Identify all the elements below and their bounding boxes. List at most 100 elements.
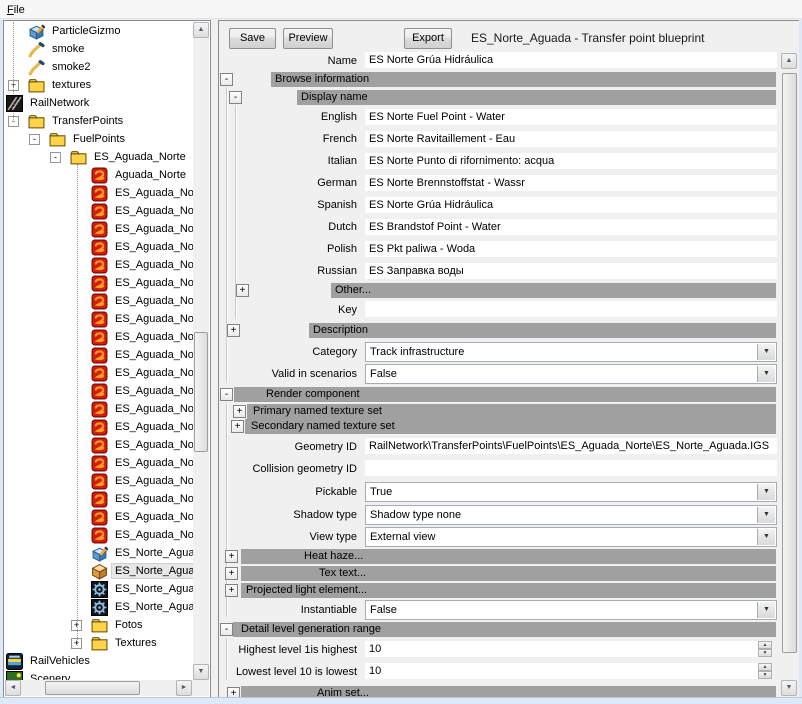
expander-heat-haze[interactable]: + <box>225 550 238 563</box>
tree-item[interactable]: ES_Aguada_Nort <box>5 184 193 202</box>
tree-item[interactable]: ES_Aguada_Nort <box>5 238 193 256</box>
language-value-field[interactable]: ES Norte Fuel Point - Water <box>365 109 777 125</box>
language-value-field[interactable]: ES Norte Punto di rifornimento: acqua <box>365 153 777 169</box>
collision-geometry-id-field[interactable] <box>365 460 777 476</box>
expander-display-name[interactable]: - <box>229 91 242 104</box>
tree-item[interactable]: ES_Aguada_Nort <box>5 220 193 238</box>
section-tex-text[interactable]: Tex text... <box>241 566 776 581</box>
tree-item[interactable]: ES_Aguada_Nort <box>5 382 193 400</box>
dropdown-arrow-button[interactable]: ▼ <box>757 366 775 382</box>
language-value-field[interactable]: ES Norte Brennstoffstat - Wassr <box>365 175 777 191</box>
tree-item[interactable]: ES_Norte_Aguad <box>5 598 193 616</box>
section-other[interactable]: Other... <box>331 283 776 298</box>
language-value-field[interactable]: ES Заправка воды <box>365 263 777 279</box>
expander-tex-text[interactable]: + <box>225 567 238 580</box>
language-value-field[interactable]: ES Brandstof Point - Water <box>365 219 777 235</box>
tree-item[interactable]: ES_Aguada_Nort <box>5 436 193 454</box>
lowest-level-spinner[interactable]: ▲▼ <box>758 663 772 679</box>
tree-expander[interactable]: - <box>50 152 61 163</box>
section-projected-light[interactable]: Projected light element... <box>241 583 776 598</box>
export-button[interactable]: Export <box>404 28 452 49</box>
tree-item[interactable]: ES_Aguada_Nort <box>5 472 193 490</box>
spin-up-button[interactable]: ▲ <box>758 641 772 649</box>
highest-level-spinner[interactable]: ▲▼ <box>758 641 772 657</box>
expander-description[interactable]: + <box>227 324 240 337</box>
dropdown-arrow-button[interactable]: ▼ <box>757 602 775 618</box>
tree-item[interactable]: Scenery <box>5 670 193 680</box>
lowest-level-field[interactable]: 10 <box>365 663 758 679</box>
section-display-name[interactable]: Display name <box>297 90 776 105</box>
tree-item[interactable]: ES_Aguada_Nort <box>5 508 193 526</box>
tree-expander[interactable]: - <box>29 134 40 145</box>
tree-item[interactable]: RailNetwork <box>5 94 193 112</box>
dropdown-arrow-button[interactable]: ▼ <box>757 344 775 360</box>
scroll-thumb[interactable] <box>194 332 208 452</box>
save-button[interactable]: Save <box>229 28 276 49</box>
scroll-up-button[interactable]: ▲ <box>781 53 797 69</box>
expander-projected-light[interactable]: + <box>225 584 238 597</box>
language-value-field[interactable]: ES Pkt paliwa - Woda <box>365 241 777 257</box>
pickable-dropdown[interactable]: True▼ <box>365 482 777 502</box>
tree-item[interactable]: Aguada_Norte <box>5 166 193 184</box>
tree-item[interactable]: ES_Aguada_Nort <box>5 274 193 292</box>
category-dropdown[interactable]: Track infrastructure▼ <box>365 342 777 362</box>
tree-item[interactable]: ES_Aguada_Nort <box>5 364 193 382</box>
language-value-field[interactable]: ES Norte Ravitaillement - Eau <box>365 131 777 147</box>
scroll-up-button[interactable]: ▲ <box>193 22 209 38</box>
tree-item[interactable]: - FuelPoints <box>5 130 193 148</box>
view-type-dropdown[interactable]: External view▼ <box>365 527 777 547</box>
expander-secondary-texture-set[interactable]: + <box>231 420 244 433</box>
section-detail-level-range[interactable]: Detail level generation range <box>233 622 776 637</box>
spin-up-button[interactable]: ▲ <box>758 663 772 671</box>
expander-render-component[interactable]: - <box>220 388 233 401</box>
tree-item[interactable]: ES_Aguada_Nort <box>5 202 193 220</box>
spin-down-button[interactable]: ▼ <box>758 649 772 657</box>
tree-item[interactable]: smoke2 <box>5 58 193 76</box>
tree-item[interactable]: ES_Aguada_Nort <box>5 292 193 310</box>
tree-vertical-scrollbar[interactable]: ▲ ▼ <box>193 22 209 680</box>
tree-item[interactable]: ES_Aguada_Nort <box>5 418 193 436</box>
instantiable-dropdown[interactable]: False▼ <box>365 600 777 620</box>
tree-item[interactable]: + textures <box>5 76 193 94</box>
dropdown-arrow-button[interactable]: ▼ <box>757 529 775 545</box>
geometry-id-field[interactable]: RailNetwork\TransferPoints\FuelPoints\ES… <box>365 438 777 454</box>
name-field[interactable]: ES Norte Grúa Hidráulica <box>365 52 777 68</box>
scroll-down-button[interactable]: ▼ <box>781 680 797 696</box>
scroll-down-button[interactable]: ▼ <box>193 664 209 680</box>
scroll-thumb[interactable] <box>782 73 797 653</box>
menu-file[interactable]: File <box>0 2 32 18</box>
dropdown-arrow-button[interactable]: ▼ <box>757 507 775 523</box>
tree-item[interactable]: + Fotos <box>5 616 193 634</box>
expander-detail-level-range[interactable]: - <box>220 623 233 636</box>
properties-vertical-scrollbar[interactable]: ▲ ▼ <box>781 53 798 696</box>
tree-item[interactable]: ES_Aguada_Nort <box>5 400 193 418</box>
expander-other[interactable]: + <box>236 284 249 297</box>
tree-item[interactable]: ES_Aguada_Nort <box>5 256 193 274</box>
tree-item[interactable]: ES_Aguada_Nort <box>5 346 193 364</box>
tree-item[interactable]: RailVehicles <box>5 652 193 670</box>
tree-item[interactable]: + Textures <box>5 634 193 652</box>
dropdown-arrow-button[interactable]: ▼ <box>757 484 775 500</box>
tree-item[interactable]: ES_Norte_Aguad <box>5 544 193 562</box>
language-value-field[interactable]: ES Norte Grúa Hidráulica <box>365 197 777 213</box>
tree-item[interactable]: ES_Aguada_Nort <box>5 310 193 328</box>
spin-down-button[interactable]: ▼ <box>758 671 772 679</box>
tree-item[interactable]: ES_Aguada_Nort <box>5 526 193 544</box>
section-description[interactable]: Description <box>309 323 776 338</box>
section-primary-texture-set[interactable]: Primary named texture set <box>247 404 776 419</box>
expander-browse-information[interactable]: - <box>220 73 233 86</box>
tree-horizontal-scrollbar[interactable]: ◄ ► <box>5 680 209 696</box>
scroll-left-button[interactable]: ◄ <box>5 680 21 696</box>
preview-button[interactable]: Preview <box>283 28 333 49</box>
tree-item[interactable]: ParticleGizmo <box>5 22 193 40</box>
tree-item[interactable]: ES_Norte_Aguad <box>5 580 193 598</box>
tree-item[interactable]: ES_Aguada_Nort <box>5 490 193 508</box>
expander-primary-texture-set[interactable]: + <box>233 405 246 418</box>
tree-item[interactable]: ES_Aguada_Nort <box>5 454 193 472</box>
shadow-type-dropdown[interactable]: Shadow type none▼ <box>365 505 777 525</box>
section-browse-information[interactable]: Browse information <box>271 72 776 87</box>
tree-item[interactable]: smoke <box>5 40 193 58</box>
tree-item[interactable]: - TransferPoints <box>5 112 193 130</box>
key-field[interactable] <box>365 301 777 317</box>
section-secondary-texture-set[interactable]: Secondary named texture set <box>245 419 776 434</box>
